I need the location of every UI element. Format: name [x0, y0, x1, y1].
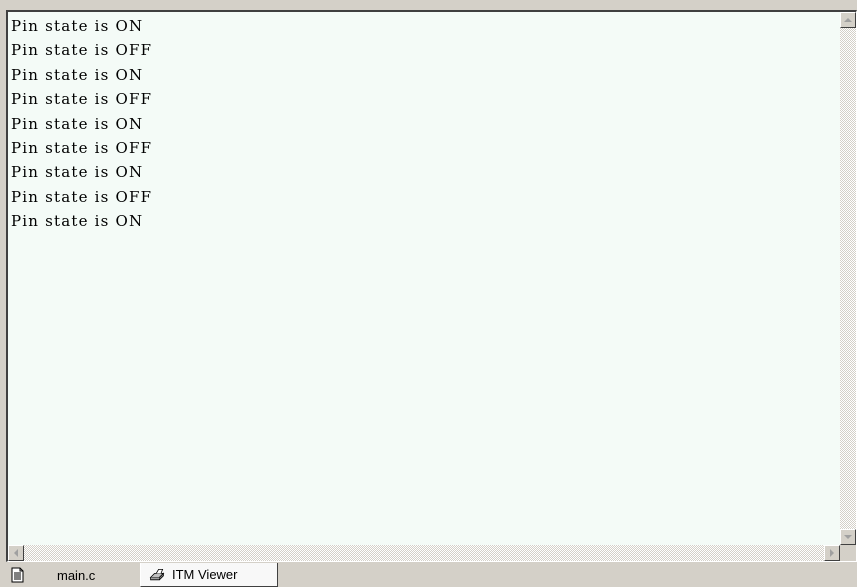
- output-text-area[interactable]: Pin state is ON Pin state is OFF Pin sta…: [8, 12, 840, 545]
- output-line: Pin state is OFF: [11, 41, 153, 60]
- scroll-down-button[interactable]: [840, 529, 856, 545]
- horizontal-scrollbar[interactable]: [8, 545, 840, 561]
- printer-icon: [149, 568, 165, 580]
- output-line: Pin state is OFF: [11, 90, 153, 109]
- output-line: Pin state is ON: [11, 114, 144, 133]
- up-arrow-icon: [844, 18, 852, 22]
- tab-itm-viewer[interactable]: ITM Viewer: [140, 563, 278, 587]
- left-arrow-icon: [14, 549, 18, 557]
- tab-main-c[interactable]: main.c: [10, 563, 95, 587]
- output-line: Pin state is ON: [11, 163, 144, 182]
- right-arrow-icon: [830, 549, 834, 557]
- output-line: Pin state is ON: [11, 65, 144, 84]
- scrollbar-corner: [840, 545, 856, 561]
- output-line: Pin state is OFF: [11, 187, 153, 206]
- output-line: Pin state is ON: [11, 212, 144, 231]
- tab-label: main.c: [57, 567, 96, 583]
- tab-label: ITM Viewer: [172, 567, 238, 582]
- vertical-scrollbar[interactable]: [840, 12, 856, 545]
- scroll-up-button[interactable]: [840, 12, 856, 28]
- down-arrow-icon: [844, 535, 852, 539]
- document-icon: [11, 567, 24, 583]
- scroll-left-button[interactable]: [8, 545, 24, 561]
- scroll-right-button[interactable]: [824, 545, 840, 561]
- window-tab-bar: main.c ITM Viewer: [0, 563, 857, 587]
- output-line: Pin state is ON: [11, 17, 144, 35]
- output-line: Pin state is OFF: [11, 139, 153, 158]
- itm-viewer-window: Pin state is ON Pin state is OFF Pin sta…: [6, 10, 857, 562]
